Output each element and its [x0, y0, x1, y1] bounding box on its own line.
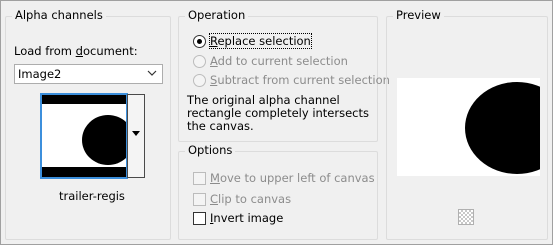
checkbox-label: Clip to canvas	[210, 192, 292, 206]
checkbox[interactable]	[193, 172, 206, 185]
preview-canvas	[397, 78, 540, 176]
chevron-down-icon	[147, 70, 157, 76]
operation-title: Operation	[185, 8, 249, 22]
checkbox-label: Invert image	[210, 211, 284, 225]
radio-label: Replace selection	[209, 33, 312, 49]
load-from-document-label: Load from document:	[14, 44, 138, 58]
thumbnail-caption: trailer-regis	[59, 189, 125, 203]
radio-button[interactable]	[193, 55, 206, 68]
triangle-down-icon	[132, 131, 140, 136]
preview-title: Preview	[393, 8, 444, 22]
thumbnail-dropdown-button[interactable]	[127, 94, 145, 178]
alpha-channels-title: Alpha channels	[12, 8, 106, 22]
radio-label: Subtract from current selection	[210, 73, 390, 87]
options-title: Options	[185, 143, 236, 157]
document-select-value: Image2	[18, 67, 62, 81]
preview-group: Preview	[386, 8, 548, 240]
radio-button[interactable]	[193, 74, 206, 87]
radio-button[interactable]	[193, 35, 206, 48]
checkbox[interactable]	[193, 193, 206, 206]
alpha-channels-group: Alpha channels Load from document: Image…	[5, 8, 171, 240]
document-select[interactable]: Image2	[14, 64, 163, 84]
options-group: Options Move to upper left of canvas Cli…	[178, 143, 378, 240]
operation-message: The original alpha channel rectangle com…	[187, 93, 370, 133]
radio-label: Add to current selection	[210, 54, 348, 68]
checkbox-label: Move to upper left of canvas	[210, 171, 375, 185]
preview-image	[397, 78, 540, 176]
alpha-channel-thumbnail[interactable]	[40, 93, 134, 179]
operation-group: Operation Replace selection Add to curre…	[178, 8, 390, 142]
thumbnail-image	[42, 95, 134, 177]
transparency-checker-icon[interactable]	[458, 209, 474, 225]
checkbox[interactable]	[193, 212, 206, 225]
